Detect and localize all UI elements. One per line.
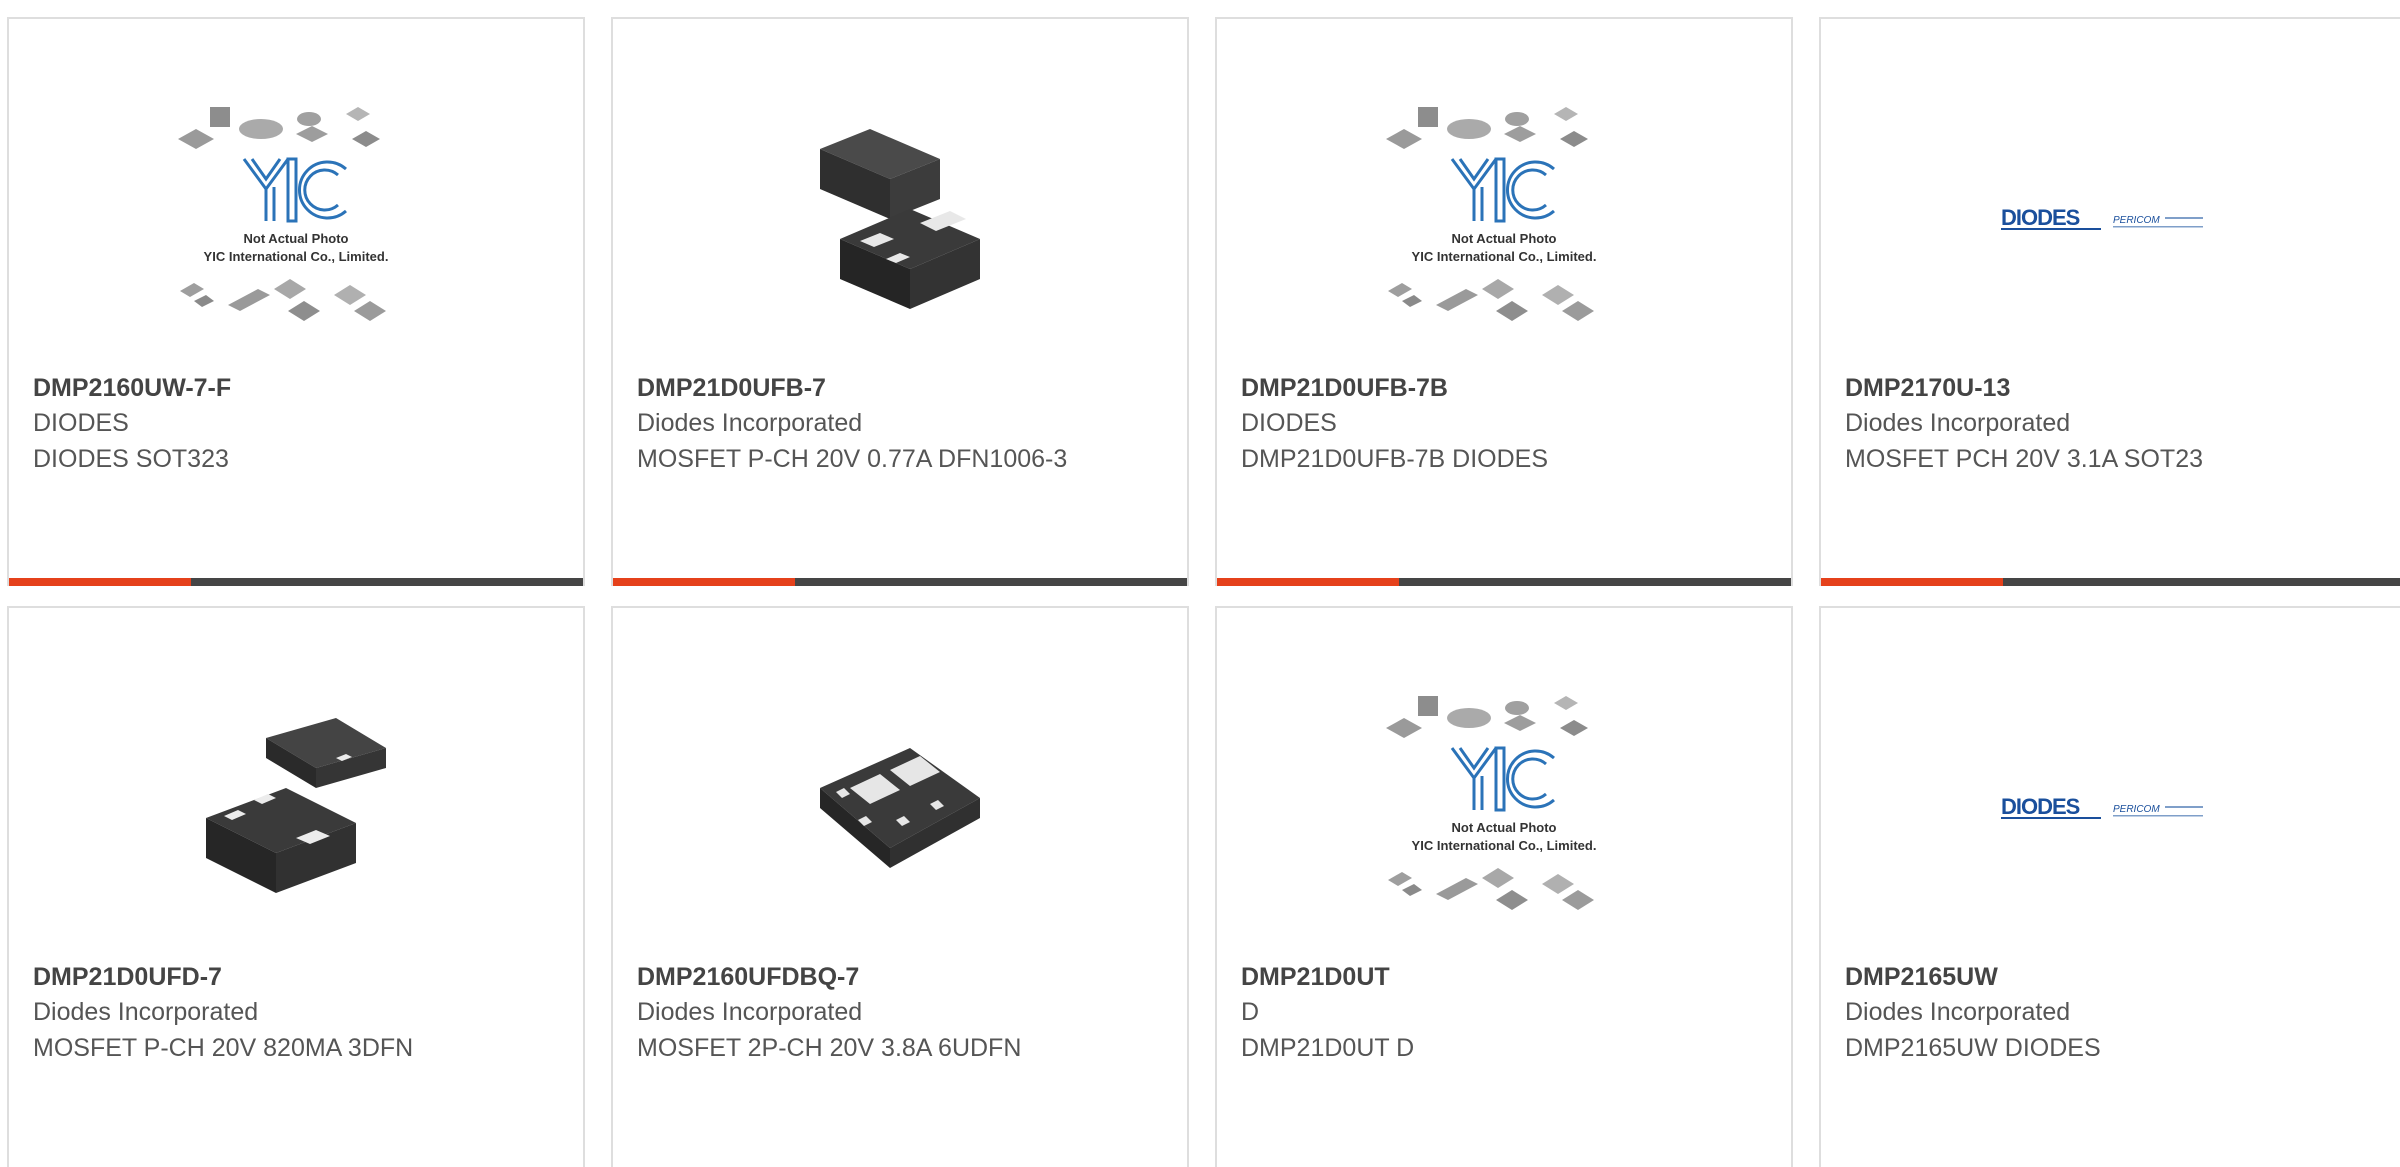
svg-text:Not Actual Photo: Not Actual Photo [1452,820,1557,835]
card-accent-bar [613,578,795,586]
part-number-link[interactable]: DMP2160UFDBQ-7 [637,960,1167,994]
card-accent-bar [9,578,191,586]
udfn6-package-icon [820,748,980,868]
svg-text:Not Actual Photo: Not Actual Photo [1452,231,1557,246]
description-text: MOSFET 2P-CH 20V 3.8A 6UDFN [637,1034,1022,1062]
product-image[interactable]: Not Actual Photo YIC International Co., … [1217,79,1791,359]
product-card[interactable]: DIODES PERICOM DMP2170U-13 Diodes Incorp… [1819,17,2400,586]
dfn-package-icon [820,129,980,309]
product-image[interactable]: DIODES PERICOM [1821,668,2400,948]
part-number-link[interactable]: DMP2160UW-7-F [33,371,563,405]
manufacturer-label: Diodes Incorporated [637,409,863,437]
product-image[interactable] [613,79,1187,359]
manufacturer-label: Diodes Incorporated [33,998,259,1026]
product-card[interactable]: DMP2160UFDBQ-7 Diodes Incorporated MOSFE… [611,606,1189,1167]
product-image[interactable]: Not Actual Photo YIC International Co., … [1217,668,1791,948]
manufacturer-label: DIODES [33,409,129,437]
svg-text:DIODES: DIODES [2001,205,2080,230]
part-number-link[interactable]: DMP21D0UT [1241,960,1771,994]
part-number-link[interactable]: DMP21D0UFB-7B [1241,371,1771,405]
diodes-logo-icon: DIODES PERICOM [2000,205,2203,230]
svg-text:PERICOM: PERICOM [2113,804,2160,815]
product-card[interactable]: Not Actual Photo YIC International Co., … [1215,17,1793,586]
part-number-link[interactable]: DMP21D0UFD-7 [33,960,563,994]
product-image[interactable]: Not Actual Photo YIC International Co., … [9,79,583,359]
manufacturer-label: Diodes Incorporated [1845,409,2071,437]
description-text: DIODES SOT323 [33,445,229,473]
diodes-logo-icon: DIODES PERICOM [2000,794,2203,819]
card-bottom-bar [613,578,1187,586]
manufacturer-label: Diodes Incorporated [637,998,863,1026]
card-bottom-bar [1217,578,1791,586]
card-accent-bar [1217,578,1399,586]
yic-placeholder-icon: Not Actual Photo YIC International Co., … [1386,696,1597,910]
svg-text:YIC International Co., Limited: YIC International Co., Limited. [1412,249,1597,264]
card-bottom-bar [9,578,583,586]
part-number-link[interactable]: DMP2170U-13 [1845,371,2380,405]
manufacturer-label: DIODES [1241,409,1337,437]
svg-text:PERICOM: PERICOM [2113,215,2160,226]
manufacturer-label: Diodes Incorporated [1845,998,2071,1026]
yic-placeholder-icon: Not Actual Photo YIC International Co., … [1386,107,1597,321]
product-image[interactable] [613,668,1187,948]
product-card[interactable]: Not Actual Photo YIC International Co., … [7,17,585,586]
svg-text:YIC International Co., Limited: YIC International Co., Limited. [1412,838,1597,853]
product-card[interactable]: DIODES PERICOM DMP2165UW Diodes Incorpor… [1819,606,2400,1167]
svg-text:YIC International Co., Limited: YIC International Co., Limited. [204,249,389,264]
dfn3-package-icon [206,718,386,893]
description-text: DMP2165UW DIODES [1845,1034,2101,1062]
description-text: MOSFET PCH 20V 3.1A SOT23 [1845,445,2204,473]
product-image[interactable] [9,668,583,948]
product-card[interactable]: DMP21D0UFB-7 Diodes Incorporated MOSFET … [611,17,1189,586]
description-text: MOSFET P-CH 20V 820MA 3DFN [33,1034,414,1062]
svg-text:Not Actual Photo: Not Actual Photo [244,231,349,246]
product-grid: Not Actual Photo YIC International Co., … [0,0,2400,1167]
manufacturer-label: D [1241,998,1260,1026]
product-image[interactable]: DIODES PERICOM [1821,79,2400,359]
part-number-link[interactable]: DMP2165UW [1845,960,2380,994]
description-text: DMP21D0UFB-7B DIODES [1241,445,1549,473]
svg-text:DIODES: DIODES [2001,794,2080,819]
description-text: DMP21D0UT D [1241,1034,1415,1062]
card-accent-bar [1821,578,2003,586]
description-text: MOSFET P-CH 20V 0.77A DFN1006-3 [637,445,1068,473]
yic-placeholder-icon: Not Actual Photo YIC International Co., … [178,107,389,321]
part-number-link[interactable]: DMP21D0UFB-7 [637,371,1167,405]
card-bottom-bar [1821,578,2400,586]
product-card[interactable]: Not Actual Photo YIC International Co., … [1215,606,1793,1167]
product-card[interactable]: DMP21D0UFD-7 Diodes Incorporated MOSFET … [7,606,585,1167]
